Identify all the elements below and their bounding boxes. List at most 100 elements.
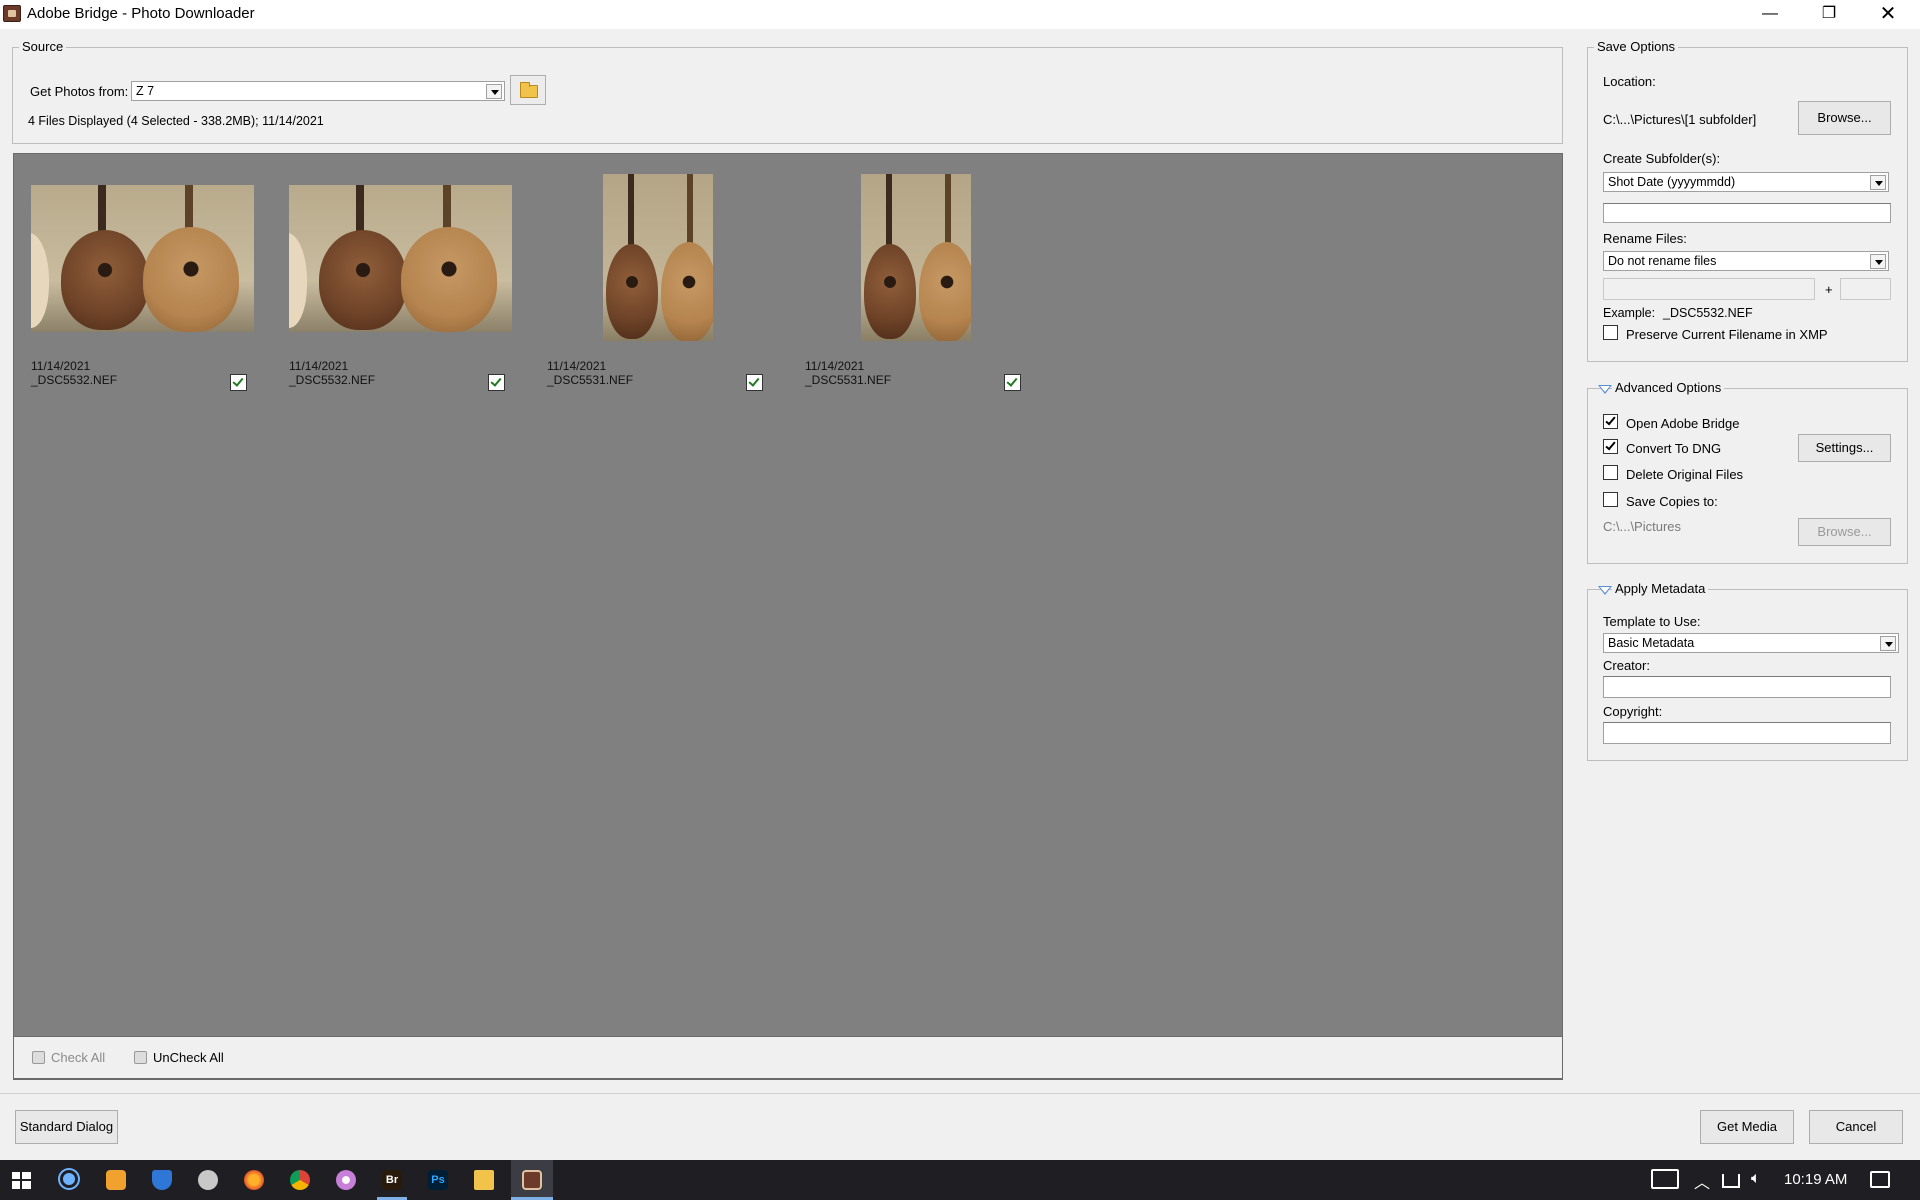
dng-settings-button[interactable]: Settings... <box>1798 434 1891 462</box>
thumbnail-checkbox[interactable] <box>746 374 763 391</box>
cortana-icon[interactable] <box>60 1170 78 1188</box>
uncheck-all-label: UnCheck All <box>153 1050 224 1065</box>
convert-dng-checkbox[interactable] <box>1603 439 1618 454</box>
chevron-down-icon[interactable] <box>1880 636 1896 651</box>
save-options-legend: Save Options <box>1594 39 1679 54</box>
apply-metadata-legend: Apply Metadata <box>1612 581 1709 596</box>
volume-icon[interactable]: 🔈︎ <box>1751 1170 1761 1188</box>
get-media-button[interactable]: Get Media <box>1700 1110 1794 1144</box>
network-app-icon[interactable] <box>198 1170 218 1190</box>
rename-label: Rename Files: <box>1603 231 1687 246</box>
creator-value <box>1604 678 1607 692</box>
close-button[interactable]: ✕ <box>1859 0 1917 29</box>
thumbnail-item[interactable]: 11/14/2021 _DSC5531.NEF <box>788 154 1046 404</box>
mail-icon[interactable] <box>152 1170 172 1190</box>
example-label: Example: <box>1603 306 1656 320</box>
thumbnail-checkbox[interactable] <box>230 374 247 391</box>
restore-button[interactable]: ❐ <box>1800 0 1858 29</box>
thumbnail-item[interactable]: 11/14/2021 _DSC5532.NEF <box>272 154 530 404</box>
convert-dng-label: Convert To DNG <box>1626 441 1722 456</box>
source-device-dropdown[interactable]: Z 7 <box>131 81 505 101</box>
photo-downloader-task[interactable] <box>511 1160 553 1200</box>
itunes-icon[interactable] <box>336 1170 356 1190</box>
thumbnail-item[interactable]: 11/14/2021 _DSC5532.NEF <box>14 154 272 404</box>
folder-icon <box>520 82 538 98</box>
photo-thumbnail[interactable] <box>31 185 254 332</box>
uncheck-all-button[interactable]: UnCheck All <box>134 1050 224 1065</box>
notifications-icon[interactable] <box>1870 1171 1890 1188</box>
collapse-triangle-icon[interactable] <box>1598 586 1612 595</box>
thumbnail-filename: _DSC5531.NEF <box>547 373 634 387</box>
cancel-button[interactable]: Cancel <box>1809 1110 1903 1144</box>
thumbnail-grid: 11/14/2021 _DSC5532.NEF 11/14/2021 _DSC5… <box>13 153 1563 1037</box>
photoshop-app-icon[interactable]: Ps <box>428 1170 448 1190</box>
photo-thumbnail[interactable] <box>289 185 512 332</box>
open-bridge-checkbox[interactable] <box>1603 414 1618 429</box>
bridge-app-icon[interactable]: Br <box>382 1170 402 1190</box>
network-icon[interactable] <box>1722 1174 1740 1188</box>
copies-path: C:\...\Pictures <box>1603 519 1682 534</box>
thumbnail-date: 11/14/2021 <box>805 359 865 373</box>
rename-text-field[interactable] <box>1603 278 1815 300</box>
thumbnail-filename: _DSC5532.NEF <box>31 373 118 387</box>
window-title: Adobe Bridge - Photo Downloader <box>27 5 255 22</box>
copyright-label: Copyright: <box>1603 704 1663 719</box>
photo-downloader-app-icon <box>3 5 21 22</box>
location-value: C:\...\Pictures\[1 subfolder] <box>1603 112 1757 127</box>
standard-dialog-button[interactable]: Standard Dialog <box>15 1110 118 1144</box>
windows-start-icon[interactable] <box>12 1172 31 1189</box>
browse-source-button[interactable] <box>510 75 546 105</box>
subfolder-value: Shot Date (yyyymmdd) <box>1608 175 1736 189</box>
photo-thumbnail[interactable] <box>861 174 971 341</box>
clock[interactable]: 10:19 AM <box>1784 1171 1847 1188</box>
subfolder-dropdown[interactable]: Shot Date (yyyymmdd) <box>1603 172 1889 192</box>
chevron-down-icon[interactable] <box>486 84 502 99</box>
chevron-down-icon[interactable] <box>1870 254 1886 269</box>
save-copies-checkbox[interactable] <box>1603 492 1618 507</box>
template-dropdown[interactable]: Basic Metadata <box>1603 633 1899 653</box>
selection-bar: Check All UnCheck All <box>13 1037 1563 1080</box>
thumbnail-checkbox[interactable] <box>488 374 505 391</box>
taskbar: Br Ps ︿ 🔈︎ 10:19 AM <box>0 1160 1920 1200</box>
check-all-button[interactable]: Check All <box>32 1050 105 1065</box>
rename-number-field[interactable] <box>1840 278 1891 300</box>
apply-metadata-group: Apply Metadata Template to Use: Basic Me… <box>1587 581 1908 761</box>
firefox-icon[interactable] <box>244 1170 264 1190</box>
collapse-triangle-icon[interactable] <box>1598 385 1612 394</box>
thumbnail-checkbox[interactable] <box>1004 374 1021 391</box>
files-summary: 4 Files Displayed (4 Selected - 338.2MB)… <box>28 114 324 128</box>
creator-label: Creator: <box>1603 658 1650 673</box>
thumbnail-item[interactable]: 11/14/2021 _DSC5531.NEF <box>530 154 788 404</box>
keyboard-icon[interactable] <box>1651 1169 1679 1189</box>
thumbnail-date: 11/14/2021 <box>289 359 349 373</box>
template-value: Basic Metadata <box>1608 636 1695 650</box>
file-explorer-icon[interactable] <box>474 1170 494 1190</box>
source-device-value: Z 7 <box>136 84 155 98</box>
chrome-icon[interactable] <box>290 1170 310 1190</box>
check-all-label: Check All <box>51 1050 106 1065</box>
minimize-button[interactable]: — <box>1741 0 1799 29</box>
get-photos-label: Get Photos from: <box>30 84 129 99</box>
browse-location-button[interactable]: Browse... <box>1798 101 1891 135</box>
save-options-group: Save Options Location: C:\...\Pictures\[… <box>1587 39 1908 362</box>
delete-originals-checkbox[interactable] <box>1603 465 1618 480</box>
rename-dropdown[interactable]: Do not rename files <box>1603 251 1889 271</box>
chevron-down-icon[interactable] <box>1870 175 1886 190</box>
example-value: _DSC5532.NEF <box>1663 306 1753 320</box>
photo-downloader-taskbar-icon <box>522 1170 542 1190</box>
preserve-filename-checkbox[interactable] <box>1603 325 1618 340</box>
thumbnail-date: 11/14/2021 <box>31 359 91 373</box>
copyright-field[interactable] <box>1603 722 1891 744</box>
browse-copies-button[interactable]: Browse... <box>1798 518 1891 546</box>
location-label: Location: <box>1603 74 1656 89</box>
creator-field[interactable] <box>1603 676 1891 698</box>
outlook-icon[interactable] <box>106 1170 126 1190</box>
photo-thumbnail[interactable] <box>603 174 713 341</box>
chevron-up-icon[interactable]: ︿ <box>1694 1169 1710 1193</box>
title-bar: Adobe Bridge - Photo Downloader — ❐ ✕ <box>0 0 1920 29</box>
advanced-options-group: Advanced Options Open Adobe Bridge Conve… <box>1587 380 1908 564</box>
custom-subfolder-field[interactable] <box>1603 203 1891 223</box>
source-legend: Source <box>19 39 67 54</box>
save-copies-label: Save Copies to: <box>1626 494 1718 509</box>
thumbnail-filename: _DSC5532.NEF <box>289 373 376 387</box>
